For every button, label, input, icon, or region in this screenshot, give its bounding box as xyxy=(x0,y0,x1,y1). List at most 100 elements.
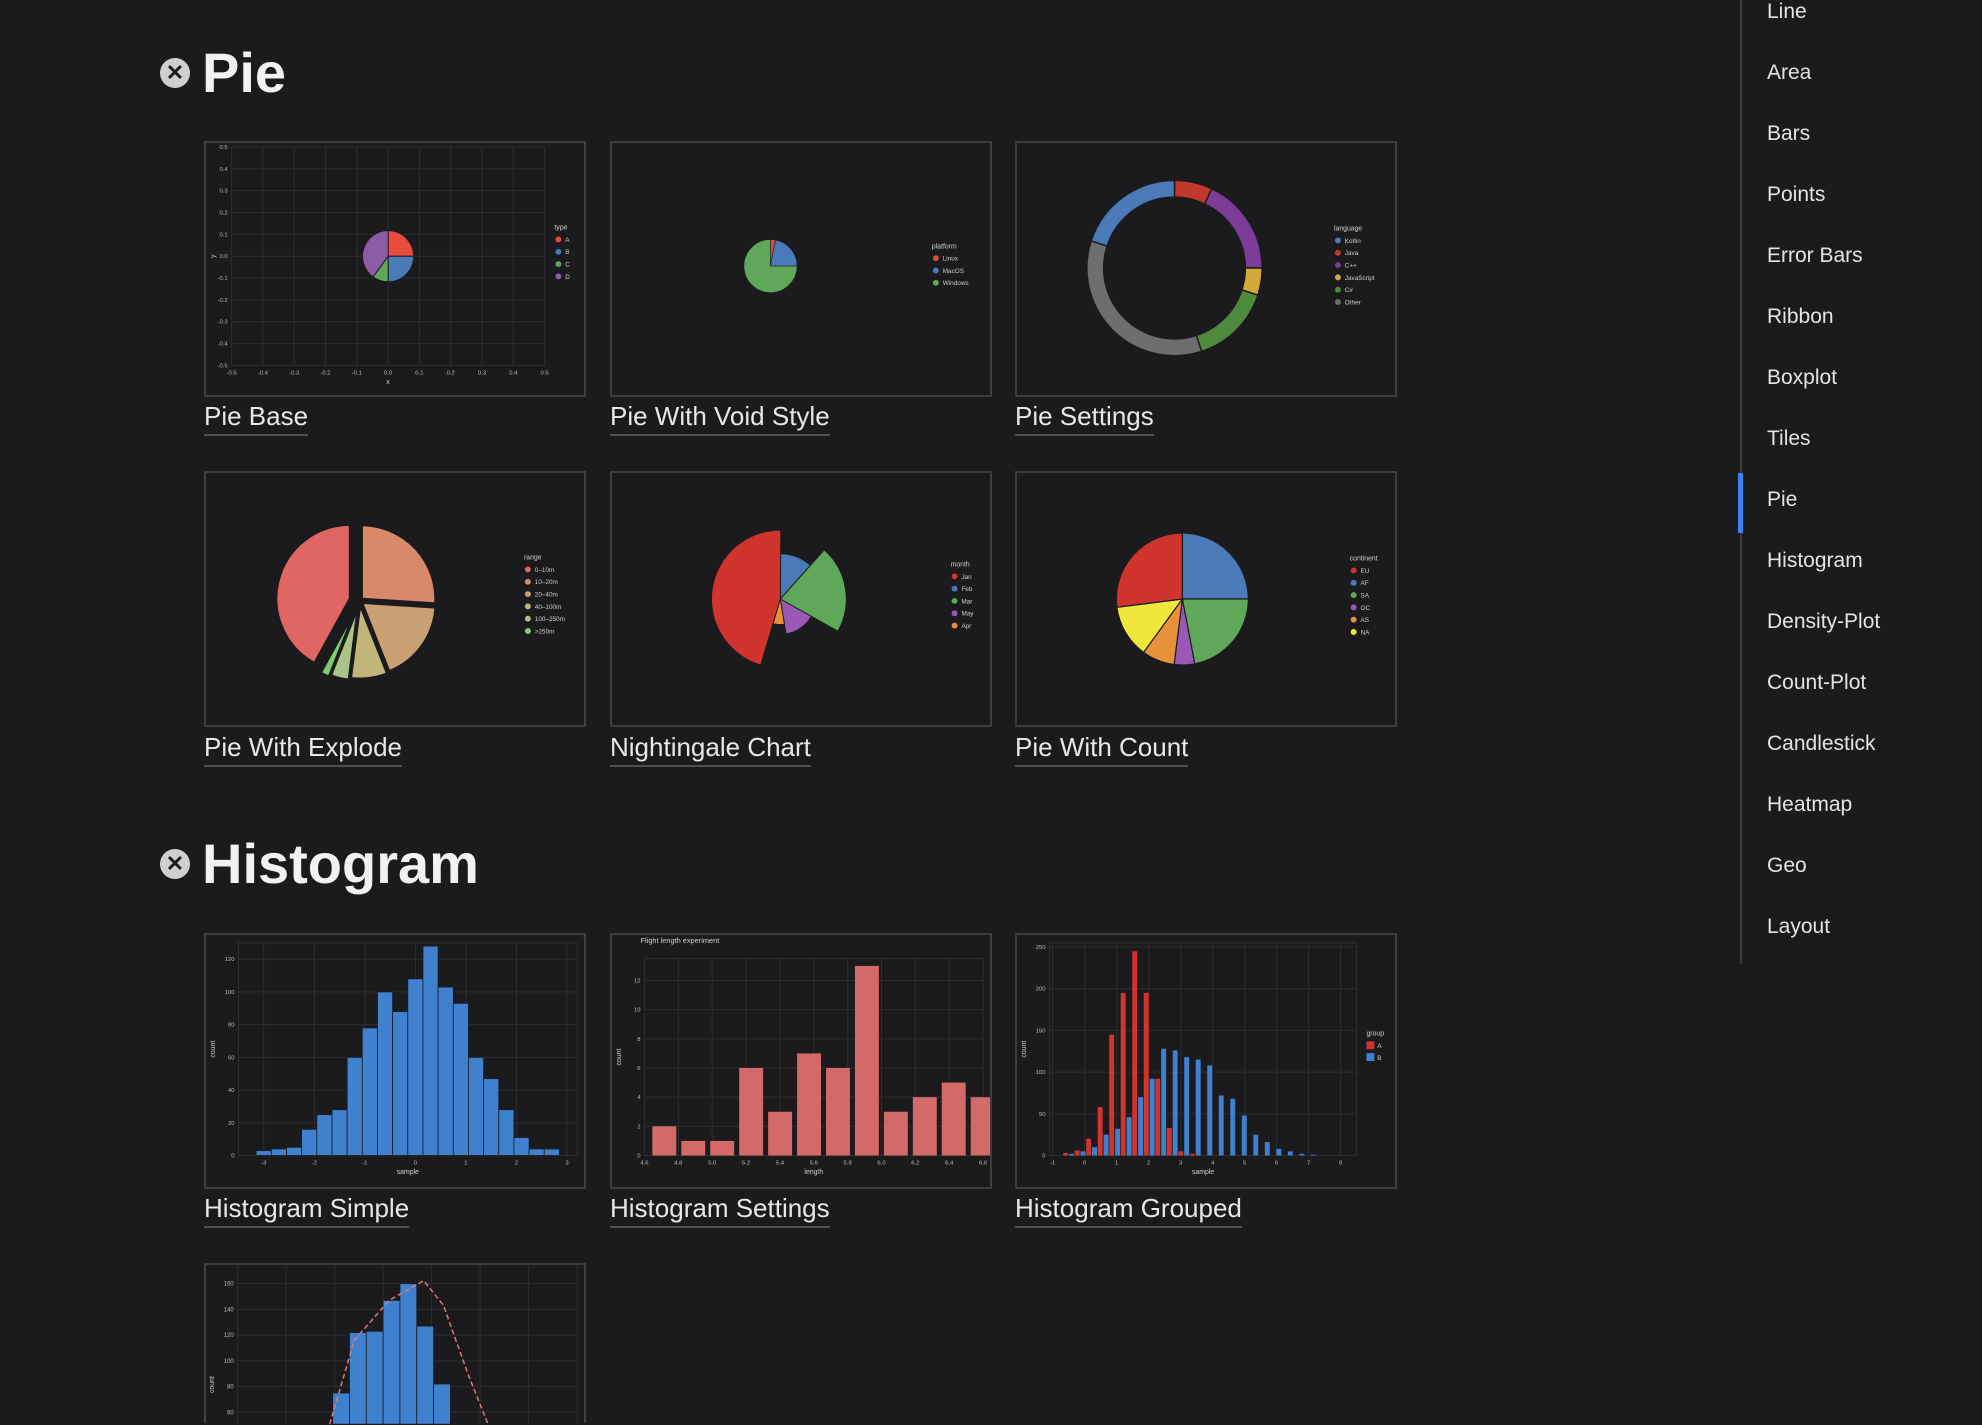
card-label-pie-base[interactable]: Pie Base xyxy=(204,401,309,436)
legend-label: AS xyxy=(1361,617,1370,624)
y-tick-label: -0.1 xyxy=(218,276,228,282)
y-tick-label: 150 xyxy=(1036,1028,1047,1034)
sidebar-item-count-plot[interactable]: Count-Plot xyxy=(1767,671,1866,695)
histogram-bar xyxy=(543,1148,560,1156)
histogram-bar-B xyxy=(1069,1153,1074,1156)
legend-label: Jan xyxy=(961,574,972,581)
card-label-pie-explode[interactable]: Pie With Explode xyxy=(204,732,402,767)
x-tick-label: 6 xyxy=(1275,1160,1279,1166)
x-tick-label: 7 xyxy=(1307,1160,1310,1166)
legend-title: month xyxy=(951,562,970,569)
sidebar-item-geo[interactable]: Geo xyxy=(1767,854,1807,878)
card-label-pie-count[interactable]: Pie With Count xyxy=(1015,732,1189,767)
sidebar-item-heatmap[interactable]: Heatmap xyxy=(1767,793,1852,817)
x-tick-label: 0.1 xyxy=(415,370,423,376)
card-nightingale[interactable]: month Jan Feb Mar May Apr xyxy=(610,471,992,727)
histogram-bar xyxy=(422,945,439,1156)
legend-label: A xyxy=(1377,1043,1382,1050)
sidebar-item-area[interactable]: Area xyxy=(1767,61,1811,85)
sidebar-item-density-plot[interactable]: Density-Plot xyxy=(1767,610,1880,634)
x-tick-label: 0.4 xyxy=(509,370,518,376)
pie-slice xyxy=(360,523,437,605)
histogram-bar xyxy=(433,1383,451,1425)
x-tick-label: 5.4 xyxy=(776,1160,785,1166)
legend-label: AF xyxy=(1361,580,1369,587)
chart-nightingale: month Jan Feb Mar May Apr xyxy=(710,529,974,666)
y-tick-label: 40 xyxy=(228,1088,235,1094)
card-histogram-density[interactable]: 60 80 100 120 140 160 count xyxy=(204,1263,586,1425)
sidebar-item-ribbon[interactable]: Ribbon xyxy=(1767,305,1834,329)
legend-swatch xyxy=(1334,299,1341,305)
legend-label: SA xyxy=(1361,593,1370,600)
sidebar-item-error-bars[interactable]: Error Bars xyxy=(1767,244,1863,268)
x-tick-label: 5.2 xyxy=(742,1160,750,1166)
legend-swatch xyxy=(1366,1053,1375,1061)
histogram-bar xyxy=(883,1111,908,1156)
legend-label: Apr xyxy=(961,623,972,630)
card-pie-settings[interactable]: language Kotlin Java C++ JavaScript C# Other xyxy=(1015,141,1397,397)
legend-label: 20–40m xyxy=(535,592,558,599)
sidebar-active-indicator xyxy=(1738,473,1743,533)
x-tick-label: -1 xyxy=(362,1160,367,1166)
y-axis-label: count xyxy=(210,1041,217,1058)
histogram-bar-B xyxy=(1080,1151,1086,1156)
card-label-histogram-simple[interactable]: Histogram Simple xyxy=(204,1193,410,1228)
card-label-histogram-settings[interactable]: Histogram Settings xyxy=(610,1193,830,1228)
legend-swatch xyxy=(1350,604,1357,611)
y-tick-label: -0.3 xyxy=(218,320,229,326)
histogram-bar xyxy=(652,1126,677,1156)
card-label-histogram-grouped[interactable]: Histogram Grouped xyxy=(1015,1193,1242,1228)
plot-area xyxy=(1048,942,1358,1156)
card-histogram-grouped[interactable]: -1 0 1 2 3 4 5 6 7 8 0 50 100 150 200 250 sample count gro… xyxy=(1015,933,1397,1189)
card-histogram-simple[interactable]: -3 -2 -1 0 1 2 3 0 20 40 60 80 100 120 sample count xyxy=(204,933,586,1189)
close-circle-icon[interactable]: ✕ xyxy=(160,58,190,88)
sidebar-item-line[interactable]: Line xyxy=(1767,0,1807,24)
card-histogram-settings[interactable]: Flight length experiment 4.6 4.8 5.0 5.2 5.4 5… xyxy=(610,933,992,1189)
card-pie-void[interactable]: platform Linux MacOS Windows xyxy=(610,141,992,397)
pie-slice xyxy=(1181,532,1249,600)
legend-swatch xyxy=(524,615,531,622)
x-axis-label: x xyxy=(386,379,390,386)
pie-slice xyxy=(1090,179,1176,248)
histogram-bar xyxy=(681,1140,706,1156)
chart-histogram-simple: -3 -2 -1 0 1 2 3 0 20 40 60 80 100 120 sample count xyxy=(210,942,578,1176)
sidebar-item-layout[interactable]: Layout xyxy=(1767,915,1830,939)
histogram-bar-B xyxy=(1264,1142,1270,1156)
y-tick-label: -0.5 xyxy=(218,363,229,369)
legend-label: OC xyxy=(1361,605,1371,612)
y-tick-label: 4 xyxy=(637,1095,641,1101)
sidebar-item-pie[interactable]: Pie xyxy=(1767,488,1797,512)
y-tick-label: 160 xyxy=(224,1282,235,1288)
legend-swatch xyxy=(951,573,958,580)
x-tick-label: -2 xyxy=(312,1160,317,1166)
sidebar-item-tiles[interactable]: Tiles xyxy=(1767,427,1811,451)
legend-swatch xyxy=(555,273,562,280)
histogram-bar xyxy=(332,1392,350,1425)
close-circle-icon[interactable]: ✕ xyxy=(160,849,190,879)
histogram-bar-B xyxy=(1161,1048,1167,1156)
x-tick-label: -3 xyxy=(261,1160,267,1166)
card-label-nightingale[interactable]: Nightingale Chart xyxy=(610,732,811,767)
sidebar-item-histogram[interactable]: Histogram xyxy=(1767,549,1863,573)
x-tick-label: 3 xyxy=(565,1160,569,1166)
y-tick-label: 250 xyxy=(1036,945,1047,951)
histogram-bar xyxy=(377,991,394,1156)
card-pie-explode[interactable]: range 0–10m 10–20m 20–40m 40–100m 100–250m >25… xyxy=(204,471,586,727)
x-tick-label: 0.2 xyxy=(447,370,455,376)
histogram-bar-A xyxy=(1178,1151,1184,1156)
sidebar-item-boxplot[interactable]: Boxplot xyxy=(1767,366,1837,390)
card-label-pie-settings[interactable]: Pie Settings xyxy=(1015,401,1154,436)
card-pie-base[interactable]: -0.5 -0.4 -0.3 -0.2 -0.1 0.0 0.1 0.2 0.3 0.4 0.5 -0… xyxy=(204,141,586,397)
x-tick-label: 6.0 xyxy=(877,1160,886,1166)
card-label-pie-void[interactable]: Pie With Void Style xyxy=(610,401,830,436)
legend-label: MacOS xyxy=(943,268,964,275)
histogram-bar xyxy=(399,1283,418,1425)
legend-label: B xyxy=(1377,1055,1381,1062)
sidebar-item-candlestick[interactable]: Candlestick xyxy=(1767,732,1876,756)
histogram-bar-A xyxy=(1120,992,1126,1156)
y-tick-label: 80 xyxy=(228,1023,235,1029)
sidebar-item-points[interactable]: Points xyxy=(1767,183,1825,207)
sidebar-item-bars[interactable]: Bars xyxy=(1767,122,1810,146)
card-pie-count[interactable]: continent EU AF SA OC AS NA xyxy=(1015,471,1397,727)
pie-slice xyxy=(1195,288,1259,353)
